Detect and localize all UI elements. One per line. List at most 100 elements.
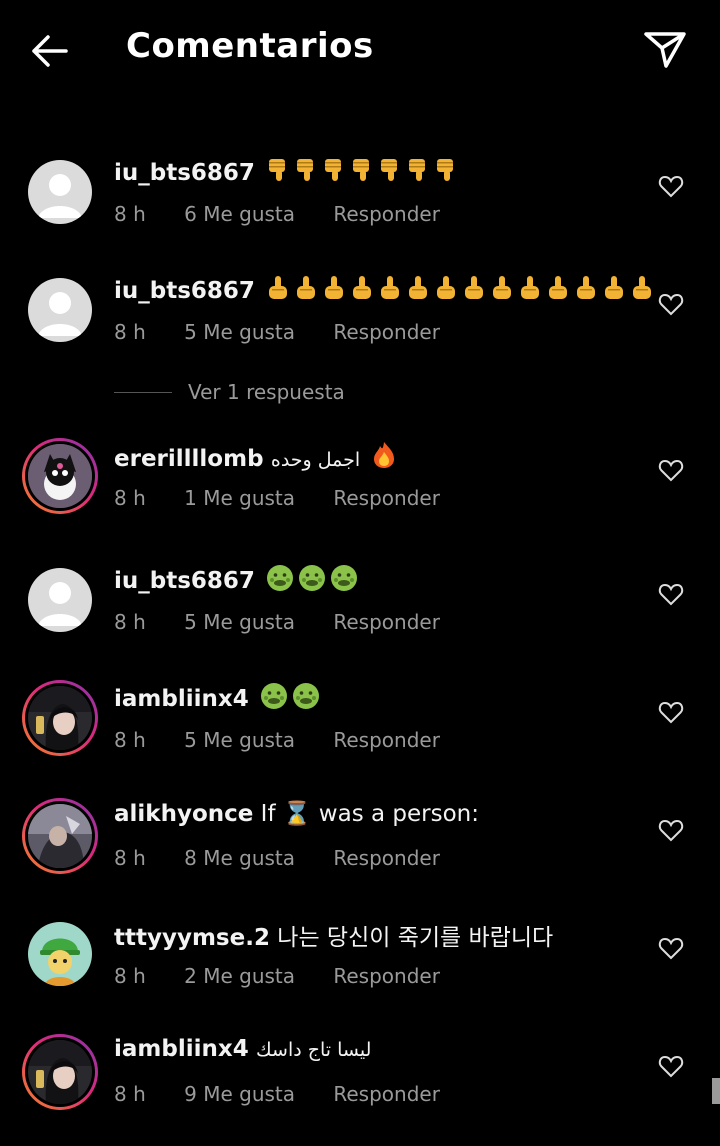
comment-item: alikhyonce If ⌛ was a person: 8 h 8 Me g… (0, 796, 720, 896)
arrow-left-icon[interactable] (26, 30, 72, 72)
emoji-pointing-up-icon (518, 274, 542, 308)
emoji-pointing-up-icon (490, 274, 514, 308)
comment-likes[interactable]: 6 Me gusta (184, 202, 295, 226)
comment-time: 8 h (114, 846, 146, 870)
emoji-nauseated-icon (292, 682, 320, 716)
comment-likes[interactable]: 5 Me gusta (184, 728, 295, 752)
reply-button[interactable]: Responder (333, 320, 440, 344)
emoji-nauseated-icon (298, 564, 326, 598)
comment-meta: 8 h 5 Me gusta Responder (114, 610, 472, 634)
reply-button[interactable]: Responder (333, 1082, 440, 1106)
paper-plane-icon[interactable] (640, 26, 690, 72)
emoji-nauseated-icon (262, 565, 358, 594)
comment-text: iu_bts6867 (114, 156, 458, 190)
emoji-pointing-up-icon (378, 274, 402, 308)
emoji-pointing-up-icon (322, 274, 346, 308)
emoji-fire-icon (367, 442, 397, 472)
comment-item: ererillllomb اجمل وحده 8 h 1 Me gusta Re… (0, 436, 720, 536)
comment-time: 8 h (114, 486, 146, 510)
comment-username[interactable]: iu_bts6867 (114, 160, 255, 186)
comment-meta: 8 h 9 Me gusta Responder (114, 1082, 472, 1106)
comment-time: 8 h (114, 1082, 146, 1106)
emoji-thumbs-down-icon (378, 156, 402, 190)
reply-button[interactable]: Responder (333, 728, 440, 752)
emoji-thumbs-down-icon (434, 156, 458, 190)
heart-icon[interactable] (658, 700, 684, 724)
comment-time: 8 h (114, 610, 146, 634)
comment-likes[interactable]: 1 Me gusta (184, 486, 295, 510)
reply-button[interactable]: Responder (333, 202, 440, 226)
comment-username[interactable]: iambliinx4 (114, 686, 249, 712)
emoji-pointing-up-icon (262, 276, 654, 304)
emoji-nauseated-icon (256, 683, 320, 712)
comment-likes[interactable]: 2 Me gusta (184, 964, 295, 988)
comment-item: iu_bts6867 8 h 5 Me gusta Responder (0, 270, 720, 370)
avatar[interactable] (22, 272, 98, 348)
comment-username[interactable]: iambliinx4 (114, 1036, 249, 1062)
comment-text: iambliinx4 ليسا تاج داسك (114, 1036, 371, 1062)
comment-username[interactable]: iu_bts6867 (114, 278, 255, 304)
emoji-pointing-up-icon (294, 274, 318, 308)
comment-text: alikhyonce If ⌛ was a person: (114, 800, 479, 827)
emoji-thumbs-down-icon (350, 156, 374, 190)
avatar[interactable] (22, 916, 98, 992)
comment-text: iu_bts6867 (114, 274, 654, 308)
comment-time: 8 h (114, 202, 146, 226)
comment-username[interactable]: iu_bts6867 (114, 568, 255, 594)
reply-button[interactable]: Responder (333, 964, 440, 988)
avatar[interactable] (22, 1034, 98, 1110)
comment-text: ererillllomb اجمل وحده (114, 440, 397, 476)
comment-likes[interactable]: 5 Me gusta (184, 610, 295, 634)
comment-item: iambliinx4 ليسا تاج داسك 8 h 9 Me gusta … (0, 1032, 720, 1132)
emoji-pointing-up-icon (406, 274, 430, 308)
comment-item: iambliinx4 8 h 5 Me gusta Responder (0, 678, 720, 778)
emoji-pointing-up-icon (546, 274, 570, 308)
comment-text: iambliinx4 (114, 682, 320, 716)
emoji-thumbs-down-icon (266, 156, 290, 190)
view-replies-button[interactable]: Ver 1 respuesta (114, 380, 414, 410)
comment-likes[interactable]: 9 Me gusta (184, 1082, 295, 1106)
emoji-nauseated-icon (330, 564, 358, 598)
comment-username[interactable]: alikhyonce (114, 801, 253, 827)
scrollbar[interactable] (712, 1078, 720, 1104)
comment-meta: 8 h 2 Me gusta Responder (114, 964, 472, 988)
view-replies-label: Ver 1 respuesta (188, 380, 345, 404)
emoji-pointing-up-icon (630, 274, 654, 308)
heart-icon[interactable] (658, 174, 684, 198)
heart-icon[interactable] (658, 458, 684, 482)
bottom-edge (0, 1130, 720, 1146)
comment-meta: 8 h 6 Me gusta Responder (114, 202, 472, 226)
comment-username[interactable]: tttyyymse.2 (114, 925, 270, 951)
heart-icon[interactable] (658, 936, 684, 960)
comment-text: iu_bts6867 (114, 564, 358, 598)
comment-likes[interactable]: 8 Me gusta (184, 846, 295, 870)
reply-button[interactable]: Responder (333, 610, 440, 634)
avatar[interactable] (22, 438, 98, 514)
emoji-pointing-up-icon (574, 274, 598, 308)
comment-item: iu_bts6867 8 h 6 Me gusta Responder (0, 152, 720, 252)
avatar[interactable] (22, 154, 98, 230)
emoji-nauseated-icon (266, 564, 294, 598)
emoji-nauseated-icon (260, 682, 288, 716)
comment-time: 8 h (114, 728, 146, 752)
comment-time: 8 h (114, 320, 146, 344)
emoji-pointing-up-icon (266, 274, 290, 308)
comments-list: iu_bts6867 8 h 6 Me gusta Responder iu_b… (0, 0, 720, 1146)
heart-icon[interactable] (658, 292, 684, 316)
comment-body: اجمل وحده (270, 449, 361, 471)
heart-icon[interactable] (658, 582, 684, 606)
heart-icon[interactable] (658, 818, 684, 842)
reply-button[interactable]: Responder (333, 486, 440, 510)
avatar[interactable] (22, 562, 98, 638)
comment-username[interactable]: ererillllomb (114, 446, 264, 472)
comment-meta: 8 h 5 Me gusta Responder (114, 320, 472, 344)
avatar[interactable] (22, 798, 98, 874)
page-title: Comentarios (126, 26, 374, 66)
comment-likes[interactable]: 5 Me gusta (184, 320, 295, 344)
avatar[interactable] (22, 680, 98, 756)
reply-button[interactable]: Responder (333, 846, 440, 870)
comment-meta: 8 h 5 Me gusta Responder (114, 728, 472, 752)
emoji-pointing-up-icon (602, 274, 626, 308)
emoji-pointing-up-icon (434, 274, 458, 308)
heart-icon[interactable] (658, 1054, 684, 1078)
